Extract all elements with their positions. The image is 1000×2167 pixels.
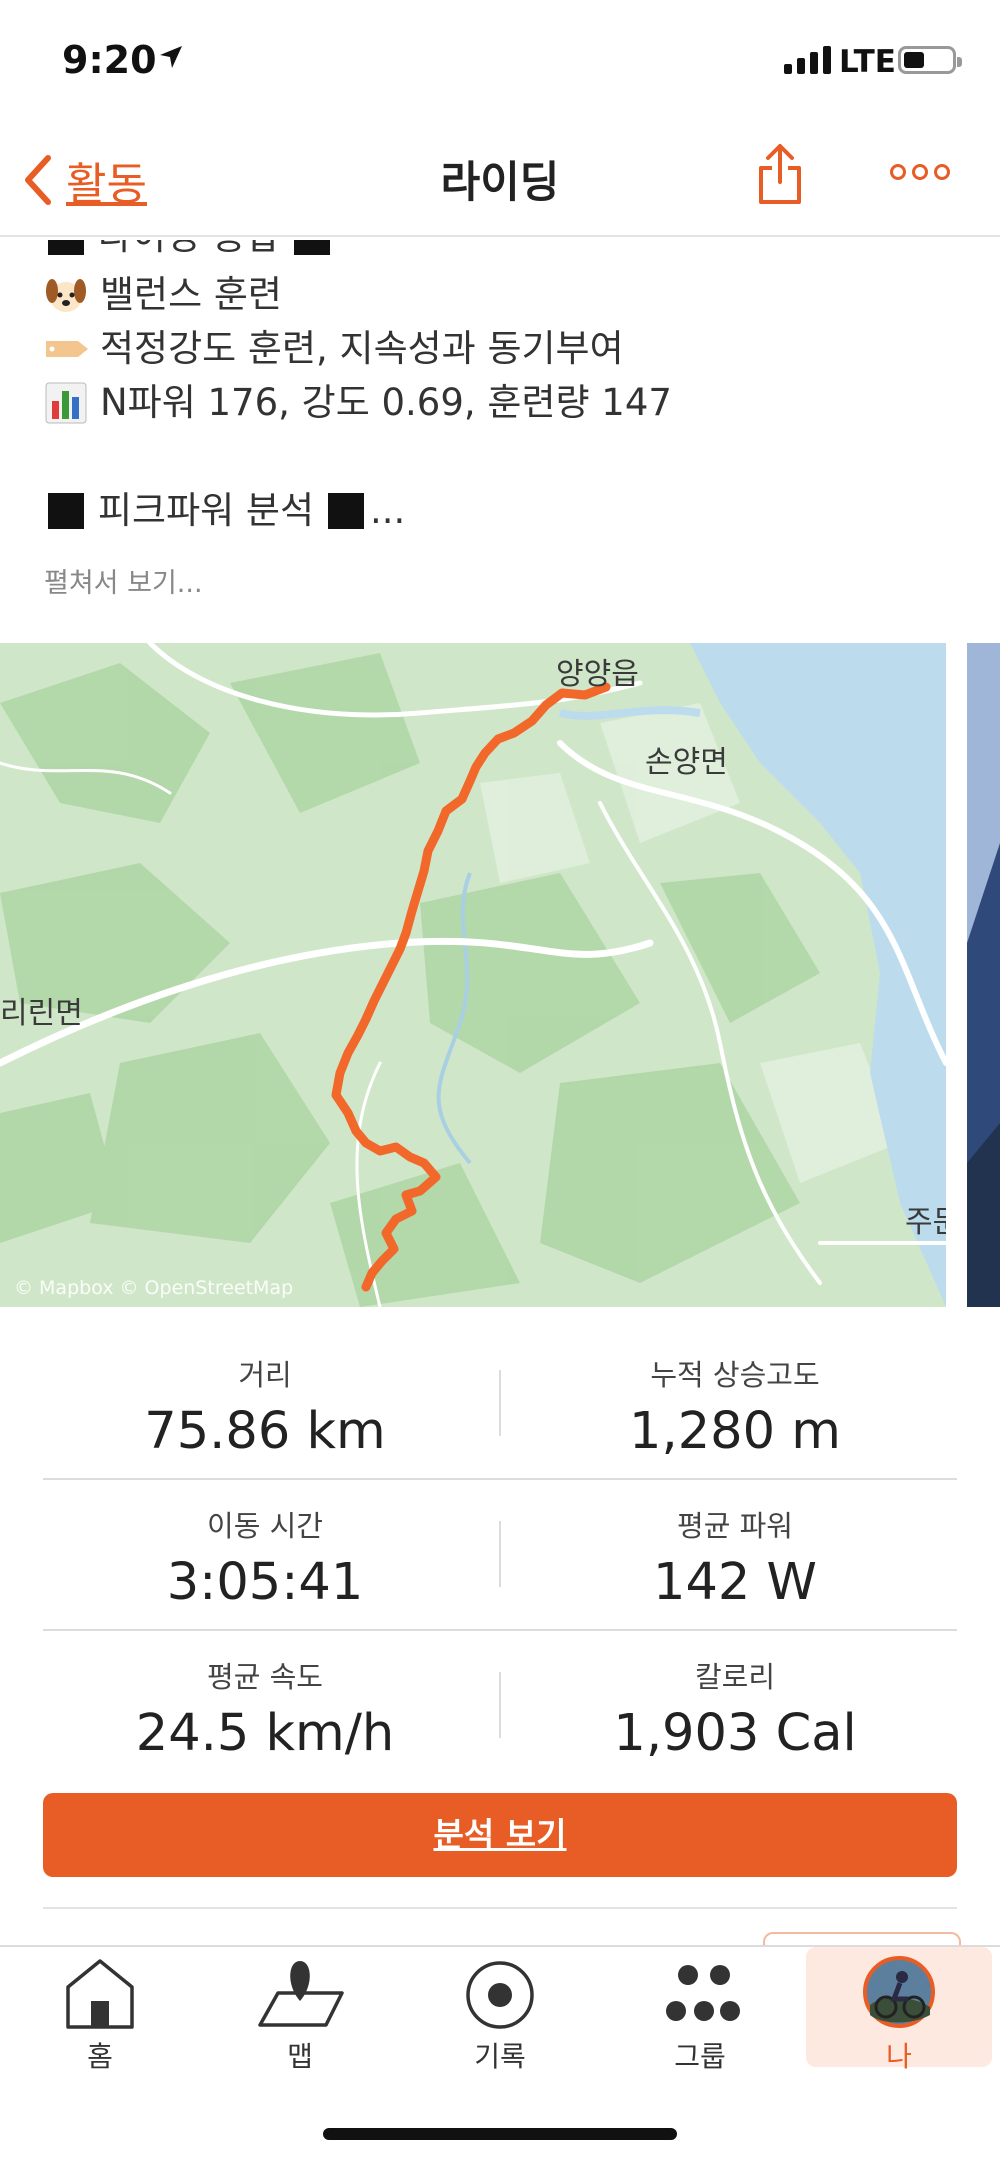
location-arrow-icon: [160, 46, 182, 68]
description-ellipsis: ...: [370, 489, 406, 532]
description-line: [44, 430, 672, 484]
status-time: 9:20: [62, 38, 157, 82]
home-indicator: [323, 2128, 677, 2140]
divider: [43, 1629, 957, 1631]
nav-bar: 활동 라이딩: [0, 120, 1000, 237]
map-label-town: 리린면: [0, 996, 83, 1031]
next-photo-peek[interactable]: [967, 643, 1000, 1307]
map-label-town: 손양면: [645, 745, 728, 780]
map-label-town: 주문: [905, 1205, 946, 1240]
divider: [43, 1907, 957, 1909]
avatar: [863, 1956, 935, 2028]
description-text: 밸런스 훈련: [100, 273, 282, 316]
black-square-icon: [48, 493, 84, 529]
route-map[interactable]: 양양읍 손양면 리린면 주문 © Mapbox © OpenStreetMap: [0, 643, 946, 1307]
stat-moving-time: 이동 시간 3:05:41: [30, 1503, 500, 1612]
description-line: 피크파워 분석 ...: [44, 484, 672, 538]
stat-calories: 칼로리 1,903 Cal: [500, 1654, 970, 1763]
tab-record[interactable]: 기록: [410, 1947, 590, 2073]
stat-value: 142 W: [653, 1553, 817, 1612]
stat-label: 누적 상승고도: [650, 1358, 820, 1392]
more-options-icon[interactable]: [890, 162, 950, 182]
stat-label: 칼로리: [694, 1660, 776, 1694]
map-attribution: © Mapbox © OpenStreetMap: [14, 1277, 294, 1299]
description-text: 적정강도 훈련, 지속성과 동기부여: [100, 327, 624, 370]
record-icon: [466, 1961, 534, 2029]
description-line: 적정강도 훈련, 지속성과 동기부여: [44, 322, 672, 376]
description-text: N파워 176, 강도 0.69, 훈련량 147: [100, 381, 672, 424]
dog-face-icon: [46, 279, 86, 312]
bar-chart-icon: [45, 382, 87, 424]
tab-label: 맵: [287, 2040, 313, 2073]
stat-value: 24.5 km/h: [135, 1704, 395, 1763]
stat-value: 1,903 Cal: [613, 1704, 857, 1763]
tab-maps[interactable]: 맵: [210, 1947, 390, 2073]
tab-label: 홈: [87, 2040, 113, 2073]
tab-home[interactable]: 홈: [10, 1947, 190, 2073]
stat-avg-speed: 평균 속도 24.5 km/h: [30, 1654, 500, 1763]
stat-value: 75.86 km: [144, 1402, 386, 1461]
view-analysis-button[interactable]: 분석 보기: [43, 1793, 957, 1877]
network-label: LTE: [839, 44, 896, 80]
stat-value: 3:05:41: [166, 1553, 364, 1612]
divider: [43, 1478, 957, 1480]
stat-label: 거리: [238, 1358, 292, 1392]
stat-avg-power: 평균 파워 142 W: [500, 1503, 970, 1612]
expand-description-link[interactable]: 펼쳐서 보기...: [44, 561, 203, 600]
tab-you[interactable]: 나: [806, 1947, 992, 2073]
share-icon[interactable]: [755, 142, 805, 206]
tag-icon: [46, 341, 88, 357]
battery-icon: [898, 46, 962, 74]
stat-value: 1,280 m: [629, 1402, 841, 1461]
stat-elevation-gain: 누적 상승고도 1,280 m: [500, 1352, 970, 1461]
tab-groups[interactable]: 그룹: [610, 1947, 790, 2073]
tab-label: 나: [886, 2040, 912, 2073]
black-square-icon: [328, 493, 365, 529]
description-line: 밸런스 훈련: [44, 268, 672, 322]
map-pin-icon: [258, 1961, 344, 2027]
map-label-town: 양양읍: [556, 657, 639, 692]
stat-label: 평균 파워: [677, 1509, 793, 1543]
description-text: 피크파워 분석: [98, 489, 315, 532]
status-bar: 9:20 LTE: [0, 0, 1000, 120]
stat-label: 평균 속도: [207, 1660, 323, 1694]
home-icon: [66, 1959, 134, 2029]
signal-icon: [784, 46, 831, 74]
group-icon: [666, 1965, 740, 2021]
page-title: 라이딩: [440, 158, 560, 208]
description-line: N파워 176, 강도 0.69, 훈련량 147: [44, 376, 672, 430]
tab-label: 기록: [474, 2040, 526, 2073]
stat-label: 이동 시간: [207, 1509, 323, 1543]
activity-description-body: 밸런스 훈련 적정강도 훈련, 지속성과 동기부여 N파워 176, 강도 0.…: [44, 268, 672, 538]
map-canvas: 양양읍 손양면 리린면 주문: [0, 643, 946, 1307]
stat-distance: 거리 75.86 km: [30, 1352, 500, 1461]
tab-label: 그룹: [674, 2040, 726, 2073]
